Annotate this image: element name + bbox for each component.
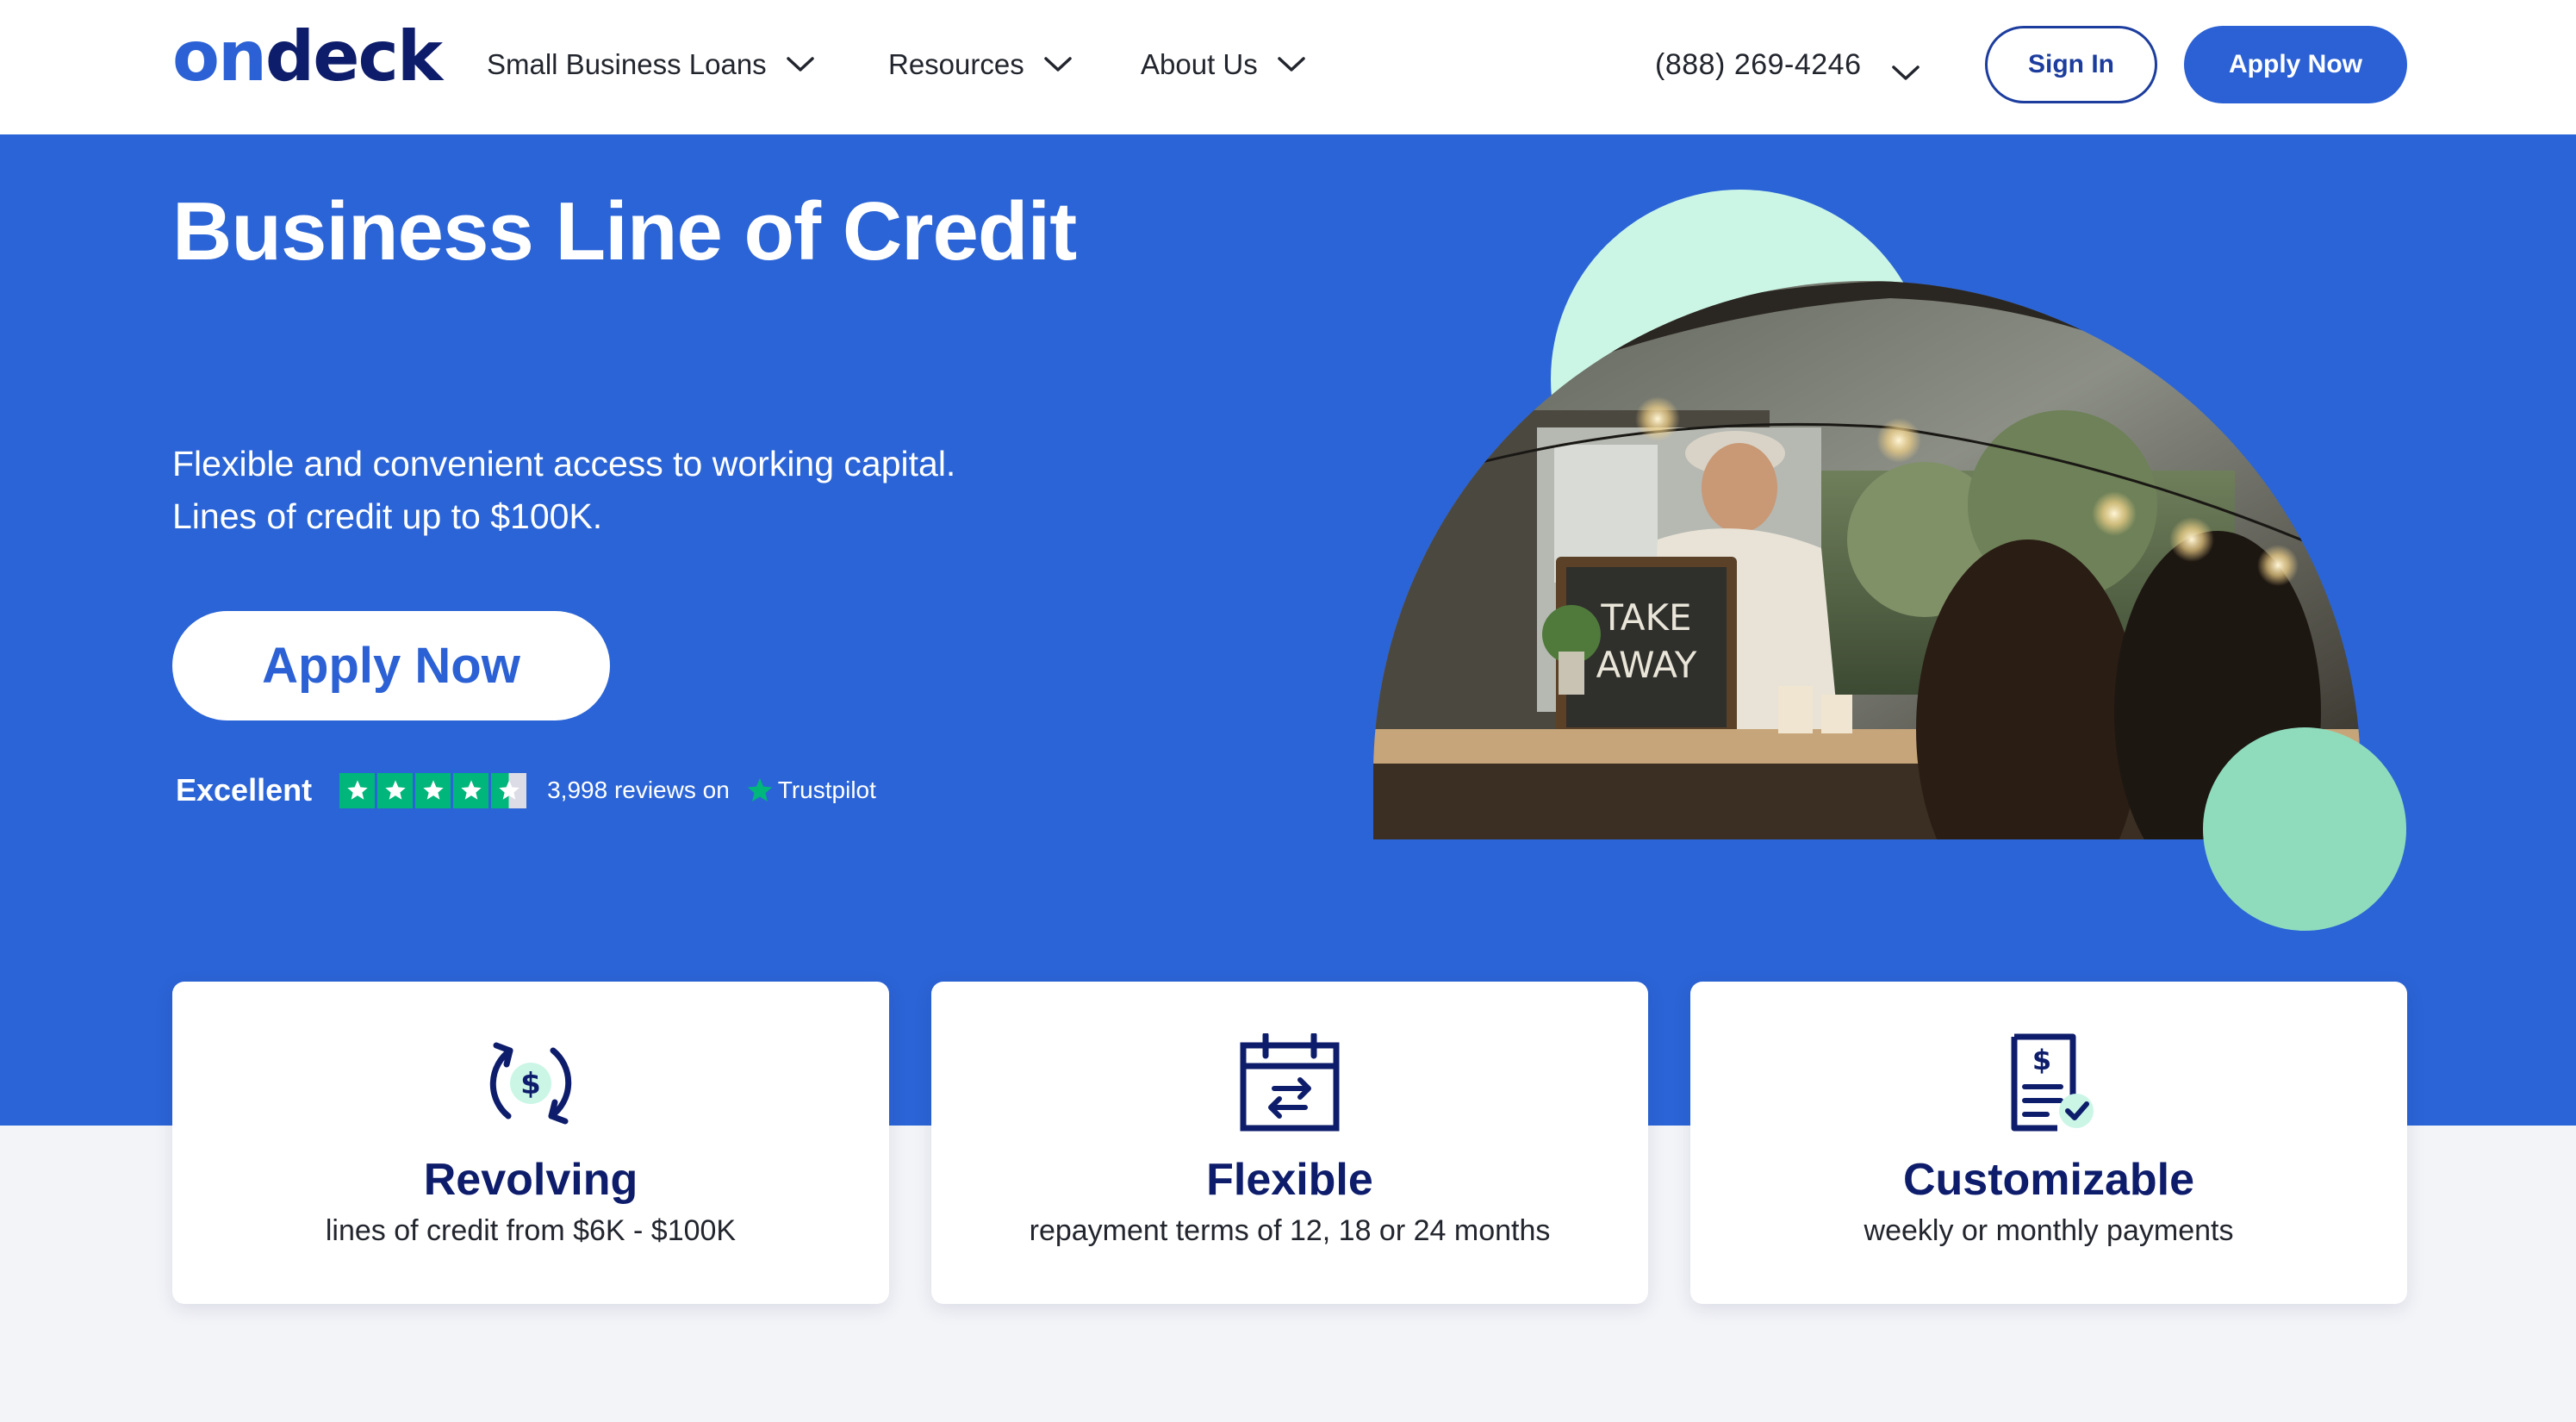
nav-label: Small Business Loans (487, 48, 767, 80)
apply-now-header-button[interactable]: Apply Now (2184, 26, 2407, 103)
trustpilot-rating[interactable]: Excellent 3,998 reviews on Trustpilot (176, 769, 876, 812)
chevron-down-icon (1277, 56, 1306, 73)
hero-subtitle: Flexible and convenient access to workin… (172, 438, 1206, 543)
card-title: Revolving (423, 1155, 638, 1205)
calendar-exchange-icon (1238, 1033, 1341, 1133)
chevron-down-icon (1043, 56, 1073, 73)
card-title: Customizable (1902, 1155, 2195, 1205)
logo-part-on: on (172, 16, 267, 97)
sign-in-button[interactable]: Sign In (1985, 26, 2157, 103)
chalkboard-text-line-2: AWAY (1596, 644, 1697, 686)
trustpilot-stars (339, 772, 527, 808)
trustpilot-review-count: 3,998 reviews on (547, 776, 730, 803)
card-description: weekly or monthly payments (1864, 1214, 2234, 1247)
nav-small-business-loans[interactable]: Small Business Loans (487, 43, 815, 86)
invoice-check-icon: $ (1997, 1033, 2100, 1133)
feature-card-revolving: $ Revolving lines of credit from $6K - $… (172, 982, 889, 1304)
phone-number: (888) 269-4246 (1655, 47, 1862, 81)
chevron-down-icon (1891, 56, 1920, 80)
svg-text:$: $ (520, 1067, 541, 1101)
half-star-icon (491, 772, 527, 808)
hero-subtitle-line-1: Flexible and convenient access to workin… (172, 444, 956, 483)
site-header: ondeck Small Business Loans Resources Ab… (0, 0, 2576, 134)
nav-label: About Us (1141, 48, 1258, 80)
trustpilot-brand-name: Trustpilot (777, 776, 876, 803)
nav-about-us[interactable]: About Us (1141, 43, 1306, 86)
nav-resources[interactable]: Resources (888, 43, 1073, 86)
star-icon (415, 772, 451, 808)
trustpilot-rating-word: Excellent (176, 772, 313, 808)
revolving-dollar-icon: $ (479, 1033, 582, 1133)
card-description: repayment terms of 12, 18 or 24 months (1029, 1214, 1551, 1247)
hero-subtitle-line-2: Lines of credit up to $100K. (172, 496, 603, 536)
card-title: Flexible (1206, 1155, 1373, 1205)
card-description: lines of credit from $6K - $100K (325, 1214, 737, 1247)
svg-text:$: $ (2032, 1044, 2051, 1076)
nav-label: Resources (888, 48, 1024, 80)
star-icon (453, 772, 489, 808)
feature-card-customizable: $ Customizable weekly or monthly payment… (1690, 982, 2407, 1304)
ondeck-logo[interactable]: ondeck (172, 22, 443, 91)
apply-now-hero-button[interactable]: Apply Now (172, 611, 610, 720)
chevron-down-icon (786, 56, 815, 73)
trustpilot-logo: Trustpilot (745, 776, 876, 805)
hero-title: Business Line of Credit (172, 185, 1077, 278)
feature-card-flexible: Flexible repayment terms of 12, 18 or 24… (931, 982, 1648, 1304)
logo-part-deck: deck (264, 16, 443, 97)
chalkboard-text-line-1: TAKE (1600, 596, 1691, 639)
phone-dropdown[interactable]: (888) 269-4246 (1655, 43, 1920, 86)
star-icon (339, 772, 376, 808)
decorative-circle-mint (2203, 727, 2406, 931)
trustpilot-star-icon (747, 777, 772, 802)
star-icon (377, 772, 414, 808)
